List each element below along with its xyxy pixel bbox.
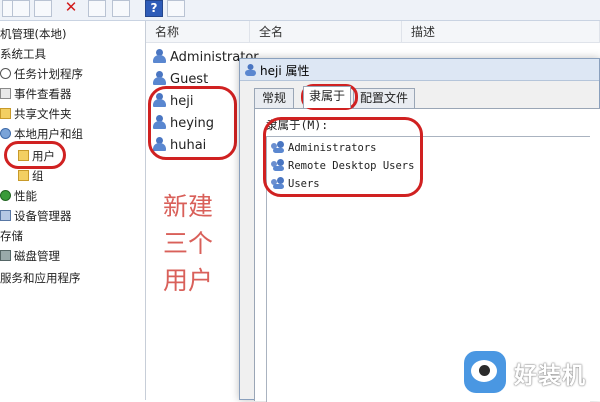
watermark-text: 好装机 [514, 363, 586, 389]
tree-item-groups[interactable]: 组 [18, 167, 44, 185]
tree-item-label: 本地用户和组 [14, 127, 83, 141]
annotation-line: 新建 [163, 192, 214, 221]
help-list-icon[interactable] [12, 0, 30, 17]
tree-item-label: 任务计划程序 [14, 67, 83, 81]
user-name: Guest [170, 72, 209, 87]
column-header-fullname[interactable]: 全名 [250, 21, 402, 43]
tree-item-label: 设备管理器 [14, 209, 72, 223]
column-header-description[interactable]: 描述 [402, 21, 600, 43]
watermark-logo-icon [464, 351, 506, 393]
tree-item-label: 存储 [0, 229, 23, 243]
event-viewer-icon [0, 88, 11, 99]
shared-folder-icon [0, 108, 11, 119]
column-header-name[interactable]: 名称 [146, 21, 250, 43]
user-icon [153, 49, 166, 63]
folder-icon [18, 170, 29, 181]
help-icon[interactable]: ? [145, 0, 163, 17]
annotation-line: 用户 [163, 266, 214, 295]
annotation-line: 三个 [163, 229, 214, 258]
tree-item-label: 系统工具 [0, 47, 46, 61]
user-icon [153, 71, 166, 85]
toolbar: ✕ ? [0, 0, 600, 21]
dialog-titlebar[interactable]: heji 属性 [240, 59, 599, 81]
tab-general[interactable]: 常规 [254, 88, 294, 108]
tree-item-label: 事件查看器 [14, 87, 72, 101]
highlight-ring-groups [263, 117, 423, 197]
users-icon [0, 128, 11, 139]
tree-item-storage[interactable]: 存储 [0, 227, 23, 245]
tree-item-task-scheduler[interactable]: 任务计划程序 [0, 65, 83, 83]
tree-item-device-manager[interactable]: 设备管理器 [0, 207, 72, 225]
delete-icon[interactable]: ✕ [62, 0, 80, 17]
clock-icon [0, 68, 11, 79]
tree-item-label: 共享文件夹 [14, 107, 72, 121]
tree-item-system-tools[interactable]: 系统工具 [0, 45, 46, 63]
list-icon[interactable] [88, 0, 106, 17]
tree-item-performance[interactable]: 性能 [0, 187, 37, 205]
annotation-text: 新建 三个 用户 [163, 188, 223, 299]
tree-item-services-apps[interactable]: 服务和应用程序 [0, 269, 81, 287]
tree-item-label: 磁盘管理 [14, 249, 60, 263]
disk-icon [0, 250, 11, 261]
dialog-title: heji 属性 [260, 64, 310, 78]
tree-item-label: 服务和应用程序 [0, 271, 81, 285]
tree-item-shared-folders[interactable]: 共享文件夹 [0, 105, 72, 123]
tree-item-event-viewer[interactable]: 事件查看器 [0, 85, 72, 103]
performance-icon [0, 190, 11, 201]
tree-item-label: 组 [32, 169, 44, 183]
tree-item-disk-management[interactable]: 磁盘管理 [0, 247, 60, 265]
highlight-ring-users [4, 141, 66, 169]
document-icon[interactable] [34, 0, 52, 17]
tab-member-of[interactable]: 隶属于 [303, 86, 351, 108]
view-icon[interactable] [167, 0, 185, 17]
watermark: 好装机 [462, 348, 600, 398]
user-icon [245, 64, 256, 76]
tree-item-computer-management[interactable]: 机管理(本地) [0, 25, 66, 43]
device-manager-icon [0, 210, 11, 221]
tree-item-label: 性能 [14, 189, 37, 203]
export-icon[interactable] [112, 0, 130, 17]
tree-item-label: 机管理(本地) [0, 27, 67, 41]
highlight-ring-new-users [148, 86, 237, 160]
tab-profile[interactable]: 配置文件 [353, 88, 415, 108]
navigation-tree: 机管理(本地) 系统工具 任务计划程序 事件查看器 共享文件夹 本地用户和组 用… [0, 21, 146, 400]
